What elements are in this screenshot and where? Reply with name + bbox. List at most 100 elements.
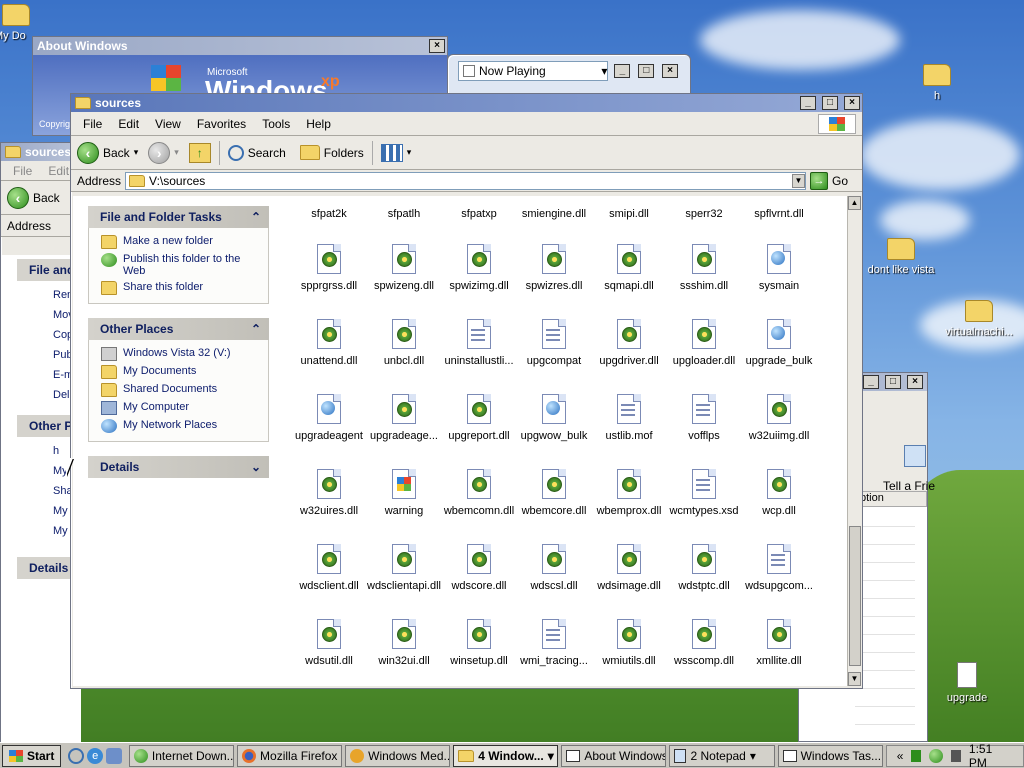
scroll-down-arrow-icon[interactable]: ▼ xyxy=(848,672,861,686)
address-input[interactable]: V:\sources ▼ xyxy=(125,171,806,190)
close-button[interactable]: × xyxy=(907,375,923,389)
back-button-label[interactable]: Back xyxy=(103,146,130,160)
file-item[interactable]: wdsutil.dll xyxy=(291,619,367,686)
file-item[interactable]: upgradeagent xyxy=(291,394,367,469)
scroll-thumb[interactable] xyxy=(849,526,861,666)
maximize-button[interactable]: □ xyxy=(822,96,838,110)
file-item[interactable]: ustlib.mof xyxy=(591,394,667,469)
folders-button-label[interactable]: Folders xyxy=(324,146,364,160)
quicklaunch-search-icon[interactable] xyxy=(68,747,85,764)
menu-favorites[interactable]: Favorites xyxy=(189,117,254,131)
file-item[interactable]: uninstallustli... xyxy=(441,319,517,394)
file-item[interactable]: spprgrss.dll xyxy=(291,244,367,319)
place-my-computer[interactable]: My Computer xyxy=(101,399,262,417)
menu-edit[interactable]: Edit xyxy=(110,117,147,131)
desktop-icon-upgrade[interactable]: upgrade xyxy=(922,662,1012,704)
views-icon[interactable] xyxy=(380,143,403,162)
minimize-button[interactable]: _ xyxy=(863,375,879,389)
background-explorer-window[interactable]: sources File Edit ‹ Back Address File and … xyxy=(0,142,81,743)
title-bar[interactable]: sources _ □ × xyxy=(71,94,862,112)
file-item[interactable]: upgdriver.dll xyxy=(591,319,667,394)
forward-arrow-icon[interactable]: › xyxy=(148,141,171,164)
column-header[interactable]: ption xyxy=(855,491,927,507)
desktop-icon-h[interactable]: h xyxy=(892,64,982,102)
search-button-label[interactable]: Search xyxy=(248,146,286,160)
file-item[interactable]: warning xyxy=(366,469,442,544)
go-arrow-icon[interactable]: → xyxy=(809,171,828,190)
file-item[interactable]: winsetup.dll xyxy=(441,619,517,686)
file-item[interactable]: sysmain xyxy=(741,244,817,319)
place-shared-documents[interactable]: Shared Documents xyxy=(101,381,262,399)
taskbar-item-windows-group[interactable]: 4 Window... ▾ xyxy=(453,744,559,767)
menu-view[interactable]: View xyxy=(147,117,189,131)
back-arrow-icon[interactable]: ‹ xyxy=(7,186,29,209)
other-places-header[interactable]: Other Places ⌃ xyxy=(88,318,269,340)
back-arrow-icon[interactable]: ‹ xyxy=(77,141,99,164)
file-item[interactable]: wdsclient.dll xyxy=(291,544,367,619)
close-button[interactable]: × xyxy=(662,64,678,78)
start-button[interactable]: Start xyxy=(2,744,62,767)
file-item[interactable]: upgreport.dll xyxy=(441,394,517,469)
scroll-up-arrow-icon[interactable]: ▲ xyxy=(848,196,861,210)
search-icon[interactable] xyxy=(227,144,244,161)
back-dropdown-chevron-icon[interactable]: ▾ xyxy=(134,147,139,158)
details-header[interactable]: Details ⌄ xyxy=(88,456,269,478)
forward-dropdown-chevron-icon[interactable]: ▾ xyxy=(174,147,179,158)
place-windows-vista-drive[interactable]: Windows Vista 32 (V:) xyxy=(101,345,262,363)
task-share-folder[interactable]: Share this folder xyxy=(101,279,262,297)
folders-icon[interactable] xyxy=(299,145,320,160)
taskbar-item-internet-download[interactable]: Internet Down... xyxy=(128,744,235,767)
file-item[interactable]: wdsclientapi.dll xyxy=(366,544,442,619)
close-button[interactable]: × xyxy=(429,39,445,53)
file-item[interactable]: unattend.dll xyxy=(291,319,367,394)
minimize-button[interactable]: _ xyxy=(800,96,816,110)
file-item[interactable]: wbemcore.dll xyxy=(516,469,592,544)
quicklaunch-messenger-icon[interactable] xyxy=(106,747,122,764)
file-item[interactable]: wmiutils.dll xyxy=(591,619,667,686)
file-item[interactable]: upgcompat xyxy=(516,319,592,394)
desktop-icon-virtualmachine[interactable]: virtualmachi... xyxy=(934,300,1024,338)
file-item[interactable]: xmllite.dll xyxy=(741,619,817,686)
vertical-scrollbar[interactable]: ▲ ▼ xyxy=(847,196,862,686)
title-bar[interactable]: About Windows × xyxy=(33,37,447,55)
file-item[interactable]: ssshim.dll xyxy=(666,244,742,319)
tell-a-friend-label[interactable]: Tell a Frie xyxy=(883,479,935,493)
file-item[interactable]: w32uires.dll xyxy=(291,469,367,544)
file-item[interactable]: sqmapi.dll xyxy=(591,244,667,319)
place-my-documents[interactable]: My Documents xyxy=(101,363,262,381)
task-publish-web[interactable]: Publish this folder to the Web xyxy=(101,251,262,279)
collapse-chevron-icon[interactable]: ⌃ xyxy=(251,322,261,336)
minimize-button[interactable]: _ xyxy=(614,64,631,78)
title-bar[interactable]: sources xyxy=(1,143,79,161)
file-item[interactable]: spwizimg.dll xyxy=(441,244,517,319)
go-button-label[interactable]: Go xyxy=(832,174,848,188)
tray-green-icon[interactable] xyxy=(911,749,922,762)
file-item[interactable]: w32uiimg.dll xyxy=(741,394,817,469)
file-item[interactable]: wsscomp.dll xyxy=(666,619,742,686)
file-item[interactable]: wdstptc.dll xyxy=(666,544,742,619)
collapse-chevron-icon[interactable]: ⌃ xyxy=(251,210,261,224)
file-item[interactable]: vofflps xyxy=(666,394,742,469)
taskbar-item-task-manager[interactable]: Windows Tas... xyxy=(777,744,883,767)
explorer-window[interactable]: sources _ □ × File Edit View Favorites Too… xyxy=(70,93,863,689)
expand-chevron-icon[interactable]: ⌄ xyxy=(251,460,261,474)
file-item[interactable]: wcp.dll xyxy=(741,469,817,544)
taskbar-item-about-windows[interactable]: About Windows xyxy=(561,744,667,767)
taskbar-item-firefox[interactable]: Mozilla Firefox ... xyxy=(237,744,343,767)
file-item[interactable]: wbemprox.dll xyxy=(591,469,667,544)
file-item[interactable]: wdscsl.dll xyxy=(516,544,592,619)
file-item[interactable]: upgrade_bulk xyxy=(741,319,817,394)
file-item[interactable]: wdsupgcom... xyxy=(741,544,817,619)
file-item[interactable]: wdscore.dll xyxy=(441,544,517,619)
now-playing-dropdown[interactable]: Now Playing ▾ xyxy=(458,61,609,81)
back-label[interactable]: Back xyxy=(33,191,60,205)
file-folder-tasks-header[interactable]: File and Folder Tasks ⌃ xyxy=(88,206,269,228)
taskbar-item-windows-media[interactable]: Windows Med... xyxy=(345,744,451,767)
file-item[interactable]: win32ui.dll xyxy=(366,619,442,686)
menu-tools[interactable]: Tools xyxy=(254,117,298,131)
place-my-network-places[interactable]: My Network Places xyxy=(101,417,262,435)
close-button[interactable]: × xyxy=(844,96,860,110)
file-item[interactable]: spwizres.dll xyxy=(516,244,592,319)
file-item[interactable]: upgradeage... xyxy=(366,394,442,469)
file-item[interactable]: wcmtypes.xsd xyxy=(666,469,742,544)
